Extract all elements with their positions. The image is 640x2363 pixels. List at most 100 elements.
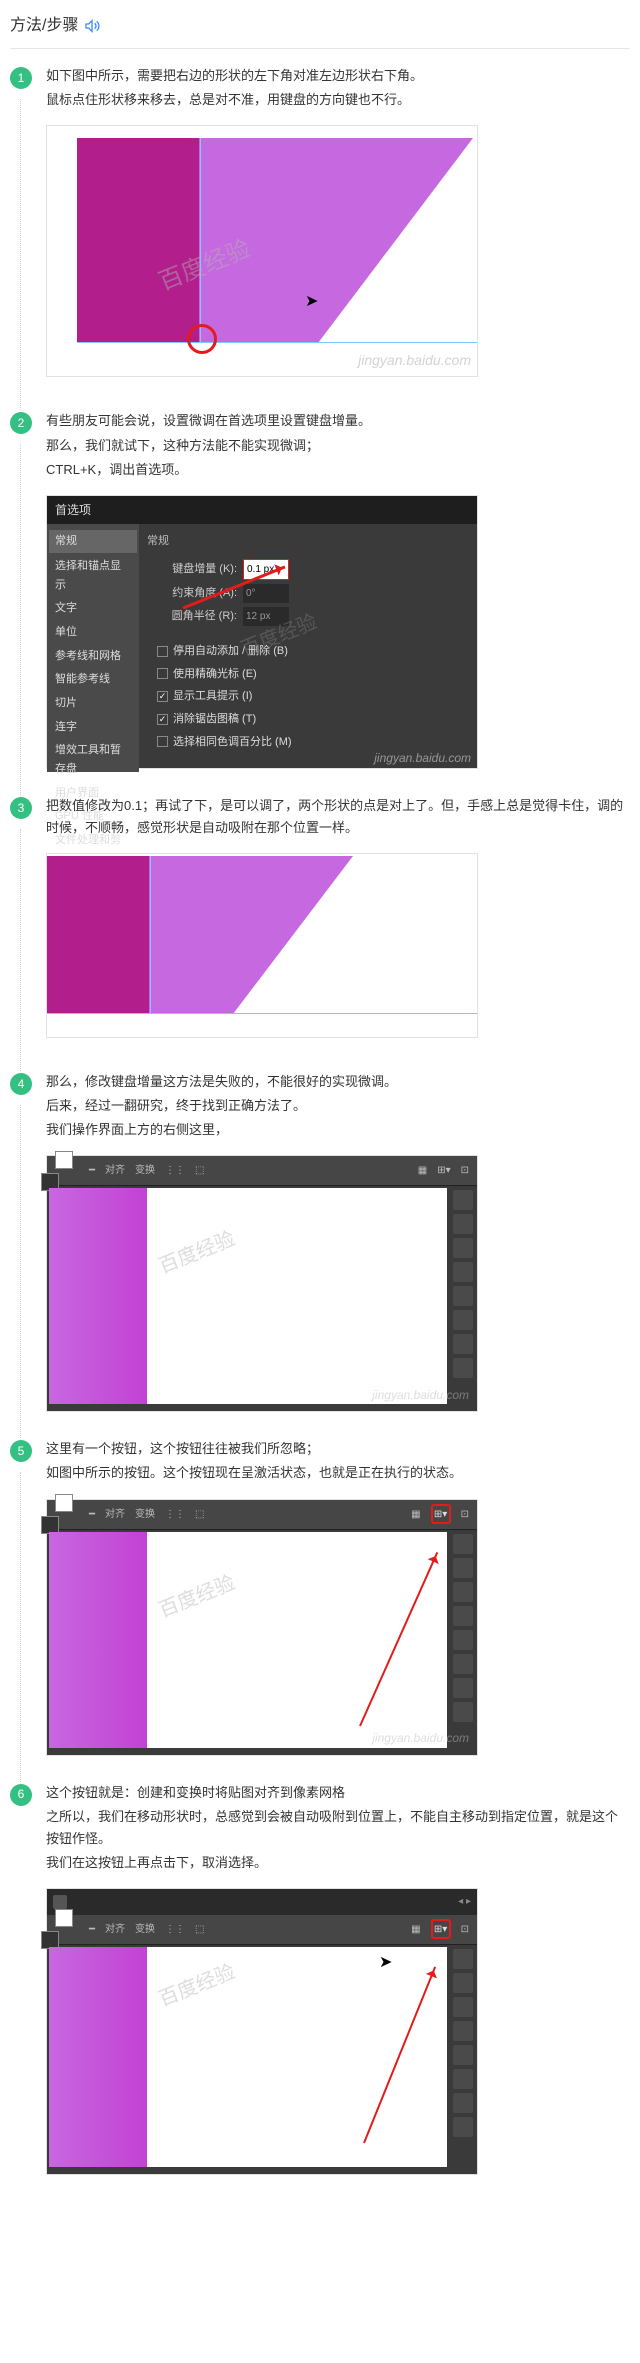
panel-header: 常规 (147, 532, 469, 551)
panel-icon[interactable] (453, 1310, 473, 1330)
checkbox-row[interactable]: 显示工具提示 (I) (157, 687, 469, 706)
sidebar-item[interactable]: 单位 (49, 621, 137, 644)
transform-label[interactable]: 变换 (135, 1162, 155, 1179)
right-panel (449, 1186, 477, 1406)
panel-icon[interactable] (453, 2045, 473, 2065)
text-line: 如下图中所示，需要把右边的形状的左下角对准左边形状右下角。 (46, 65, 630, 87)
sound-icon[interactable] (84, 18, 100, 34)
panel-icon[interactable] (453, 2021, 473, 2041)
step-image: ➤ 百度经验 jingyan.baidu.com (46, 125, 478, 377)
fill-swatch[interactable] (55, 1151, 73, 1169)
step-text: 有些朋友可能会说，设置微调在首选项里设置键盘增量。 那么，我们就试下，这种方法能… (46, 410, 630, 480)
text-line: 那么，我们就试下，这种方法能不能实现微调； (46, 435, 630, 457)
panel-icon[interactable] (453, 1630, 473, 1650)
watermark-url: jingyan.baidu.com (372, 1385, 469, 1405)
fill-swatch[interactable] (55, 1494, 73, 1512)
canvas[interactable] (49, 1947, 447, 2167)
sidebar-item[interactable]: 智能参考线 (49, 668, 137, 691)
canvas[interactable] (49, 1532, 447, 1748)
panel-icon[interactable] (453, 1534, 473, 1554)
text-line: CTRL+K，调出首选项。 (46, 459, 630, 481)
step-text: 把数值修改为0.1；再试了下，是可以调了，两个形状的点是对上了。但，手感上总是觉… (46, 795, 630, 839)
sidebar-item[interactable]: 增效工具和暂存盘 (49, 739, 137, 780)
sidebar-item[interactable]: 常规 (49, 530, 137, 553)
panel-icon[interactable] (453, 1190, 473, 1210)
toolbar-icon[interactable]: ⬚ (195, 1506, 204, 1523)
toolbar-icon[interactable]: ⬚ (195, 1921, 204, 1938)
step-image: ━ 对齐 变换 ⋮⋮ ⬚ ▦ ⊞▾ ⊡ (46, 1155, 478, 1412)
step-2: 2 有些朋友可能会说，设置微调在首选项里设置键盘增量。 那么，我们就试下，这种方… (0, 400, 640, 784)
pixel-snap-button[interactable]: ⊞▾ (431, 1919, 451, 1939)
guide-horizontal (47, 1013, 477, 1014)
panel-icon[interactable] (453, 1702, 473, 1722)
panel-icon[interactable] (453, 1334, 473, 1354)
checkbox-row[interactable]: 使用精确光标 (E) (157, 665, 469, 684)
constrain-angle-input[interactable]: 0° (243, 584, 289, 603)
toolbar-icon[interactable]: ⋮⋮ (165, 1506, 185, 1523)
panel-icon[interactable] (453, 1358, 473, 1378)
toolbar-icon[interactable]: ▦ (411, 1506, 420, 1523)
step-image: ◂ ▸ ━ 对齐 变换 ⋮⋮ ⬚ ▦ ⊞▾ ⊡ (46, 1888, 478, 2175)
panel-icon[interactable] (453, 1238, 473, 1258)
watermark-url: jingyan.baidu.com (372, 1728, 469, 1748)
text-line: 把数值修改为0.1；再试了下，是可以调了，两个形状的点是对上了。但，手感上总是觉… (46, 795, 630, 839)
sidebar-item[interactable]: 切片 (49, 692, 137, 715)
stroke-icon[interactable]: ━ (89, 1162, 95, 1179)
sidebar-item[interactable]: 参考线和网格 (49, 645, 137, 668)
checkbox-row[interactable]: 停用自动添加 / 删除 (B) (157, 642, 469, 661)
canvas[interactable] (49, 1188, 447, 1404)
highlight-circle (187, 324, 217, 354)
fill-swatch[interactable] (55, 1909, 73, 1927)
checkbox-row[interactable]: 消除锯齿图稿 (T) (157, 710, 469, 729)
step-text: 如下图中所示，需要把右边的形状的左下角对准左边形状右下角。 鼠标点住形状移来移去… (46, 65, 630, 111)
transform-label[interactable]: 变换 (135, 1921, 155, 1938)
panel-icon[interactable] (453, 1949, 473, 1969)
panel-icon[interactable] (453, 1582, 473, 1602)
panel-icon[interactable] (453, 1678, 473, 1698)
stroke-icon[interactable]: ━ (89, 1921, 95, 1938)
panel-icon[interactable] (453, 2093, 473, 2113)
panel-icon[interactable] (453, 1214, 473, 1234)
transform-label[interactable]: 变换 (135, 1506, 155, 1523)
shape-right-tri (233, 856, 353, 1014)
step-text: 这个按钮就是：创建和变换时将贴图对齐到像素网格 之所以，我们在移动形状时，总感觉… (46, 1782, 630, 1874)
sidebar-item[interactable]: 文字 (49, 597, 137, 620)
dialog-sidebar: 常规 选择和锚点显示 文字 单位 参考线和网格 智能参考线 切片 连字 增效工具… (47, 524, 139, 772)
sidebar-item[interactable]: 连字 (49, 716, 137, 739)
panel-icon[interactable] (453, 1262, 473, 1282)
align-label[interactable]: 对齐 (105, 1506, 125, 1523)
panel-icon[interactable] (453, 1997, 473, 2017)
stroke-icon[interactable]: ━ (89, 1506, 95, 1523)
sidebar-item[interactable]: 选择和锚点显示 (49, 555, 137, 596)
toolbar-icon[interactable]: ⊡ (461, 1162, 469, 1179)
pixel-snap-icon[interactable]: ⊞▾ (437, 1162, 450, 1179)
toolbar-icon[interactable]: ⋮⋮ (165, 1162, 185, 1179)
watermark-url: jingyan.baidu.com (374, 748, 471, 768)
align-label[interactable]: 对齐 (105, 1162, 125, 1179)
toolbar-icon[interactable]: ▦ (418, 1162, 427, 1179)
step-text: 这里有一个按钮，这个按钮往往被我们所忽略； 如图中所示的按钮。这个按钮现在呈激活… (46, 1438, 630, 1484)
toolbar-icon[interactable]: ⊡ (461, 1921, 469, 1938)
section-header: 方法/步骤 (0, 0, 640, 48)
menu-icon[interactable] (53, 1895, 67, 1909)
ai-toolbar: ━ 对齐 变换 ⋮⋮ ⬚ ▦ ⊞▾ ⊡ (47, 1500, 477, 1530)
pixel-snap-button[interactable]: ⊞▾ (431, 1504, 451, 1524)
panel-icon[interactable] (453, 1558, 473, 1578)
toolbar-icon[interactable]: ⊡ (461, 1506, 469, 1523)
panel-icon[interactable] (453, 1606, 473, 1626)
checkbox-label: 使用精确光标 (E) (173, 665, 257, 684)
panel-icon[interactable] (453, 2117, 473, 2137)
panel-icon[interactable] (453, 1286, 473, 1306)
tab-bar: ◂ ▸ (47, 1889, 477, 1915)
panel-icon[interactable] (453, 1973, 473, 1993)
align-label[interactable]: 对齐 (105, 1921, 125, 1938)
panel-icon[interactable] (453, 1654, 473, 1674)
toolbar-icon[interactable]: ⋮⋮ (165, 1921, 185, 1938)
toolbar-icon[interactable]: ▦ (411, 1921, 420, 1938)
tab-control-icon[interactable]: ◂ ▸ (458, 1893, 471, 1910)
step-number: 6 (10, 1784, 32, 1806)
panel-icon[interactable] (453, 2069, 473, 2089)
text-line: 我们在这按钮上再点击下，取消选择。 (46, 1852, 630, 1874)
toolbar-icon[interactable]: ⬚ (195, 1162, 204, 1179)
right-panel (449, 1945, 477, 2169)
